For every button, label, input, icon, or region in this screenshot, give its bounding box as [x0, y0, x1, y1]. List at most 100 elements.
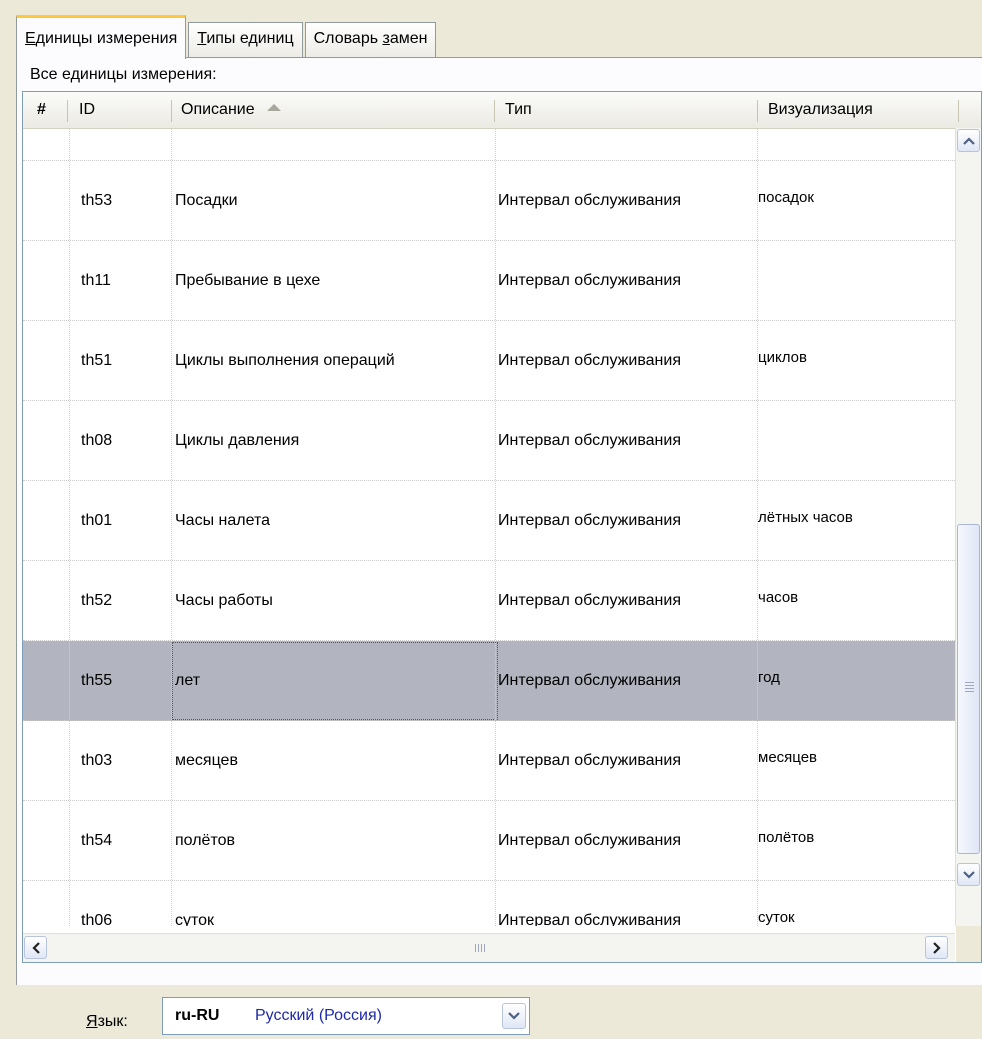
- tab-replacement-dictionary[interactable]: Словарь замен: [304, 22, 437, 58]
- grip-line: [965, 685, 974, 686]
- table-row[interactable]: th51 Циклы выполнения операций Интервал об…: [23, 321, 955, 401]
- table-row[interactable]: th01 Часы налета Интервал обслуживания лётн…: [23, 481, 955, 561]
- cell-visualization[interactable]: год: [758, 641, 954, 721]
- cell-visualization[interactable]: полётов: [758, 801, 954, 881]
- column-header-visualization[interactable]: Визуализация: [758, 92, 958, 128]
- cell-id[interactable]: th54: [81, 801, 171, 881]
- table-row[interactable]: th53 Посадки Интервал обслуживания посадок: [23, 161, 955, 241]
- vertical-scroll-thumb[interactable]: [957, 524, 980, 854]
- table-row[interactable]: th11 Пребывание в цехе Интервал обслуживан…: [23, 241, 955, 321]
- tab-unit-types[interactable]: Типы единиц: [188, 22, 303, 58]
- cell-id[interactable]: th51: [81, 321, 171, 401]
- column-gridline: [495, 129, 497, 926]
- cell-id[interactable]: th52: [81, 561, 171, 641]
- chevron-right-icon[interactable]: [925, 936, 948, 959]
- chevron-up-icon[interactable]: [957, 129, 980, 152]
- cell-visualization[interactable]: [758, 241, 954, 321]
- column-header-number[interactable]: #: [23, 92, 63, 128]
- grip-line: [478, 944, 479, 952]
- cell-description[interactable]: Циклы давления: [175, 401, 493, 481]
- cell-type[interactable]: Интервал обслуживания: [498, 241, 756, 321]
- cell-id[interactable]: th11: [81, 241, 171, 321]
- cell-type[interactable]: Интервал обслуживания: [498, 161, 756, 241]
- grip-line: [965, 688, 974, 689]
- cell-visualization[interactable]: посадок: [758, 161, 954, 241]
- grip-line: [475, 944, 476, 952]
- cell-description[interactable]: Циклы выполнения операций: [175, 321, 493, 401]
- chevron-left-icon[interactable]: [24, 936, 47, 959]
- column-gridline: [171, 129, 173, 926]
- tab-units[interactable]: Единицы измерения: [16, 15, 187, 59]
- cell-description[interactable]: Часы налета: [175, 481, 493, 561]
- cell-type[interactable]: Интервал обслуживания: [498, 481, 756, 561]
- cell-visualization[interactable]: циклов: [758, 321, 954, 401]
- cell-description[interactable]: суток: [175, 881, 493, 926]
- language-label-text: зык:: [97, 1013, 128, 1030]
- tab-replacement-label-b: амен: [389, 30, 428, 47]
- tab-units-mnemonic: Е: [25, 30, 36, 47]
- chevron-down-icon[interactable]: [957, 863, 980, 886]
- chevron-down-icon[interactable]: [502, 1003, 526, 1029]
- language-label-mnemonic: Я: [86, 1013, 98, 1030]
- language-label: Язык:: [86, 1010, 128, 1034]
- vertical-scrollbar[interactable]: [955, 128, 981, 926]
- grid-header: # ID Описание Тип Визуализация: [23, 92, 981, 129]
- table-row[interactable]: th06 суток Интервал обслуживания суток: [23, 881, 955, 926]
- column-gridline: [69, 129, 71, 926]
- grid-caption: Все единицы измерения:: [30, 66, 217, 83]
- grip-line: [484, 944, 485, 952]
- cell-id[interactable]: th01: [81, 481, 171, 561]
- cell-visualization[interactable]: часов: [758, 561, 954, 641]
- cell-visualization[interactable]: месяцев: [758, 721, 954, 801]
- column-header-id[interactable]: ID: [69, 92, 169, 128]
- cell-type[interactable]: Интервал обслуживания: [498, 401, 756, 481]
- column-separator[interactable]: [958, 100, 959, 122]
- table-row[interactable]: [23, 129, 955, 161]
- cell-type[interactable]: Интервал обслуживания: [498, 321, 756, 401]
- column-header-type[interactable]: Тип: [495, 92, 755, 128]
- language-select[interactable]: ru-RU Русский (Россия): [162, 997, 530, 1035]
- cell-id[interactable]: th03: [81, 721, 171, 801]
- cell-type[interactable]: Интервал обслуживания: [498, 881, 756, 926]
- cell-description[interactable]: Часы работы: [175, 561, 493, 641]
- cell-type[interactable]: Интервал обслуживания: [498, 641, 756, 721]
- column-header-description-label: Описание: [181, 101, 255, 118]
- tab-replacement-mnemonic: з: [382, 30, 390, 47]
- cell-id[interactable]: th53: [81, 161, 171, 241]
- column-header-description[interactable]: Описание: [171, 92, 493, 128]
- table-row[interactable]: th03 месяцев Интервал обслуживания месяцев: [23, 721, 955, 801]
- cell-id[interactable]: th06: [81, 881, 171, 926]
- cell-type[interactable]: Интервал обслуживания: [498, 801, 756, 881]
- cell-type[interactable]: Интервал обслуживания: [498, 721, 756, 801]
- language-name: Русский (Россия): [255, 1007, 382, 1024]
- cell-type[interactable]: Интервал обслуживания: [498, 561, 756, 641]
- cell-visualization[interactable]: [758, 401, 954, 481]
- tab-unit-types-mnemonic: Т: [197, 30, 207, 47]
- tab-units-label: диницы измерения: [35, 30, 178, 47]
- tab-strip: Единицы измерения Типы единиц Словарь за…: [16, 14, 438, 59]
- cell-visualization[interactable]: суток: [758, 881, 954, 926]
- grip-line: [965, 691, 974, 692]
- table-row[interactable]: th08 Циклы давления Интервал обслуживания: [23, 401, 955, 481]
- language-code: ru-RU: [175, 1007, 220, 1024]
- table-row[interactable]: th55 лет Интервал обслуживания год: [23, 641, 955, 721]
- cell-description[interactable]: Пребывание в цехе: [175, 241, 493, 321]
- cell-description[interactable]: лет: [171, 641, 499, 721]
- column-gridline: [757, 129, 759, 926]
- sort-ascending-icon: [266, 104, 281, 112]
- grip-line: [965, 682, 974, 683]
- horizontal-scrollbar[interactable]: [23, 933, 955, 962]
- cell-description[interactable]: Посадки: [175, 161, 493, 241]
- cell-description[interactable]: месяцев: [175, 721, 493, 801]
- cell-id[interactable]: th55: [81, 641, 171, 721]
- column-separator[interactable]: [67, 100, 68, 122]
- cell-id[interactable]: th08: [81, 401, 171, 481]
- table-row[interactable]: th52 Часы работы Интервал обслуживания часо…: [23, 561, 955, 641]
- tab-replacement-label-a: Словарь: [313, 30, 383, 47]
- table-row[interactable]: th54 полётов Интервал обслуживания полётов: [23, 801, 955, 881]
- grip-line: [481, 944, 482, 952]
- scrollbar-corner: [956, 926, 981, 962]
- units-grid[interactable]: # ID Описание Тип Визуализация th53 Посад…: [22, 91, 982, 963]
- cell-description[interactable]: полётов: [175, 801, 493, 881]
- cell-visualization[interactable]: лётных часов: [758, 481, 954, 561]
